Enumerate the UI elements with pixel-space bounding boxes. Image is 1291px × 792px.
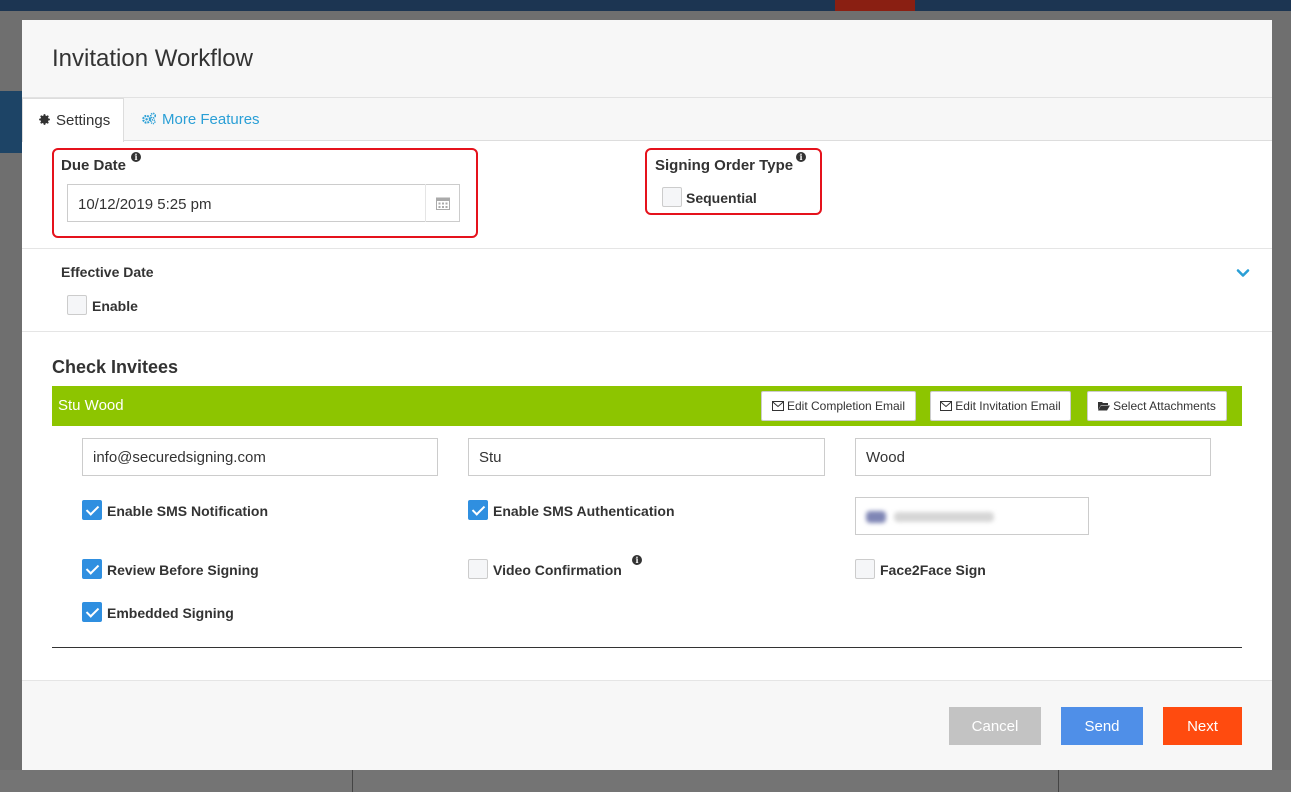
tab-more-features[interactable]: More Features bbox=[141, 98, 260, 141]
background-topbar bbox=[0, 0, 1291, 11]
redacted-country-code bbox=[866, 511, 886, 523]
background-bottom bbox=[0, 770, 1291, 792]
tab-settings[interactable]: Settings bbox=[22, 98, 124, 142]
send-button[interactable]: Send bbox=[1061, 707, 1143, 745]
face2face-sign-checkbox[interactable] bbox=[855, 559, 875, 579]
info-icon[interactable]: i bbox=[632, 555, 642, 565]
sms-notification-label: Enable SMS Notification bbox=[107, 503, 269, 519]
face2face-sign-label: Face2Face Sign bbox=[880, 562, 986, 578]
edit-completion-email-button[interactable]: Edit Completion Email bbox=[761, 391, 916, 421]
chevron-down-icon[interactable] bbox=[1236, 266, 1250, 280]
signing-order-label: Signing Order Type bbox=[655, 157, 794, 174]
gear-icon bbox=[38, 113, 51, 128]
invitee-name: Stu Wood bbox=[58, 397, 124, 414]
sequential-checkbox[interactable] bbox=[662, 187, 682, 207]
redacted-phone-number bbox=[894, 512, 994, 522]
tab-settings-label: Settings bbox=[56, 112, 111, 129]
background-divider bbox=[352, 770, 353, 792]
tab-bar: Settings More Features bbox=[22, 98, 1272, 142]
info-icon[interactable]: i bbox=[796, 152, 806, 162]
check-invitees-title: Check Invitees bbox=[52, 357, 179, 377]
section-divider bbox=[22, 331, 1272, 332]
invitee-first-name-input[interactable]: Stu bbox=[468, 438, 825, 476]
effective-date-enable-label: Enable bbox=[92, 298, 138, 314]
next-button[interactable]: Next bbox=[1163, 707, 1242, 745]
sms-notification-checkbox[interactable] bbox=[82, 500, 102, 520]
envelope-icon bbox=[940, 401, 953, 411]
info-icon[interactable]: i bbox=[131, 152, 141, 162]
effective-date-label: Effective Date bbox=[61, 264, 154, 280]
invitee-section-rule bbox=[52, 647, 1242, 648]
background-side-block bbox=[0, 91, 22, 153]
edit-invitation-email-label: Edit Invitation Email bbox=[955, 399, 1061, 413]
background-divider bbox=[1058, 770, 1059, 792]
review-before-signing-label: Review Before Signing bbox=[107, 562, 259, 578]
select-attachments-label: Select Attachments bbox=[1113, 399, 1216, 413]
modal-title: Invitation Workflow bbox=[52, 45, 253, 72]
invitee-last-name-input[interactable]: Wood bbox=[855, 438, 1211, 476]
edit-completion-email-label: Edit Completion Email bbox=[786, 399, 906, 413]
video-confirmation-label: Video Confirmation bbox=[493, 562, 622, 578]
modal-header: Invitation Workflow bbox=[22, 20, 1272, 98]
embedded-signing-label: Embedded Signing bbox=[107, 605, 234, 621]
phone-number-input[interactable] bbox=[855, 497, 1089, 535]
background-topbar-accent bbox=[835, 0, 915, 11]
envelope-icon bbox=[771, 401, 784, 411]
embedded-signing-checkbox[interactable] bbox=[82, 602, 102, 622]
cancel-button[interactable]: Cancel bbox=[949, 707, 1041, 745]
folder-open-icon bbox=[1098, 402, 1111, 411]
review-before-signing-checkbox[interactable] bbox=[82, 559, 102, 579]
effective-date-enable-checkbox[interactable] bbox=[67, 295, 87, 315]
sms-authentication-label: Enable SMS Authentication bbox=[493, 503, 675, 519]
sms-authentication-checkbox[interactable] bbox=[468, 500, 488, 520]
gears-icon bbox=[141, 112, 157, 127]
due-date-label: Due Date bbox=[61, 157, 127, 174]
modal-footer: Cancel Send Next bbox=[22, 680, 1272, 770]
section-divider bbox=[22, 248, 1272, 249]
select-attachments-button[interactable]: Select Attachments bbox=[1087, 391, 1227, 421]
invitation-workflow-modal: Invitation Workflow Settings More Featur… bbox=[22, 20, 1272, 770]
invitee-header-bar: Stu Wood Edit Completion Email Edit Invi… bbox=[52, 386, 1242, 426]
invitee-email-input[interactable]: info@securedsigning.com bbox=[82, 438, 438, 476]
sequential-label: Sequential bbox=[686, 190, 757, 206]
tab-more-features-label: More Features bbox=[162, 111, 260, 128]
due-date-input[interactable]: 10/12/2019 5:25 pm bbox=[67, 184, 460, 222]
edit-invitation-email-button[interactable]: Edit Invitation Email bbox=[930, 391, 1071, 421]
calendar-icon[interactable] bbox=[425, 184, 460, 222]
video-confirmation-checkbox[interactable] bbox=[468, 559, 488, 579]
